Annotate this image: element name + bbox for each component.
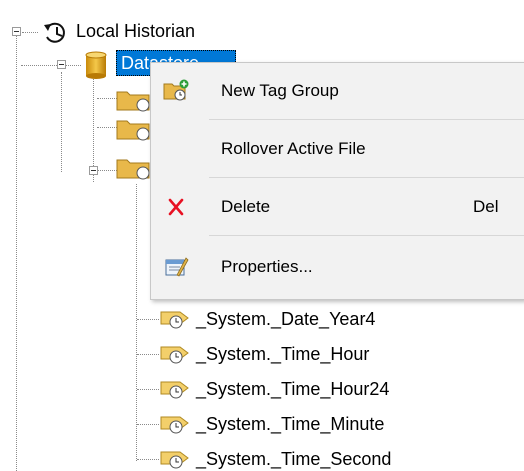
tag-hline [137, 389, 159, 390]
tree-hline-root [22, 32, 38, 33]
menu-item-properties[interactable]: Properties... [151, 247, 524, 287]
properties-icon [165, 257, 189, 277]
tag-clock-icon [160, 381, 189, 399]
tag-group-folder-icon [116, 159, 150, 180]
tree-node-tag[interactable]: _System._Time_Hour24 [196, 378, 389, 400]
tag-hline [137, 319, 159, 320]
menu-separator [209, 119, 524, 120]
tree-node-tag[interactable]: _System._Date_Year4 [196, 308, 375, 330]
menu-separator [209, 235, 524, 236]
tree-line-tags [136, 184, 137, 461]
tag-group-folder-icon [116, 91, 150, 112]
tag-hline [137, 459, 159, 460]
tag-group-expander[interactable] [89, 166, 98, 175]
tree-hline-child2 [97, 127, 117, 128]
datastore-expander[interactable] [57, 60, 66, 69]
tree-hline-child1 [97, 98, 117, 99]
tree-node-tag[interactable]: _System._Time_Hour [196, 343, 369, 365]
tree-hline-datastore [21, 65, 81, 66]
menu-separator [209, 177, 524, 178]
menu-item-label: Delete [221, 197, 271, 216]
historian-clock-icon [44, 22, 65, 43]
tag-clock-icon [160, 311, 189, 329]
context-menu: New Tag Group Rollover Active File Delet… [150, 62, 524, 300]
database-icon [85, 51, 107, 79]
delete-x-icon [168, 198, 184, 216]
menu-item-shortcut: Del [473, 197, 499, 216]
tag-group-folder-icon [116, 120, 150, 141]
tag-hline [137, 424, 159, 425]
tree-hline-child3 [97, 170, 117, 171]
menu-item-label: Properties... [221, 257, 313, 276]
tree-node-tag[interactable]: _System._Time_Minute [196, 413, 384, 435]
tree-node-local-historian[interactable]: Local Historian [76, 20, 195, 42]
menu-item-delete[interactable]: Delete Del [151, 187, 524, 227]
tree-line-root [16, 36, 17, 471]
root-expander[interactable] [12, 27, 21, 36]
tag-hline [137, 354, 159, 355]
tag-clock-icon [160, 416, 189, 434]
menu-item-label: New Tag Group [221, 81, 339, 100]
tag-clock-icon [160, 346, 189, 364]
menu-item-new-tag-group[interactable]: New Tag Group [151, 71, 524, 111]
new-tag-group-icon [163, 79, 189, 101]
tree-line-datastore [61, 72, 62, 172]
menu-item-label: Rollover Active File [221, 139, 366, 158]
tag-clock-icon [160, 451, 189, 469]
tree-node-tag[interactable]: _System._Time_Second [196, 448, 391, 470]
menu-item-rollover-active-file[interactable]: Rollover Active File [151, 129, 524, 169]
